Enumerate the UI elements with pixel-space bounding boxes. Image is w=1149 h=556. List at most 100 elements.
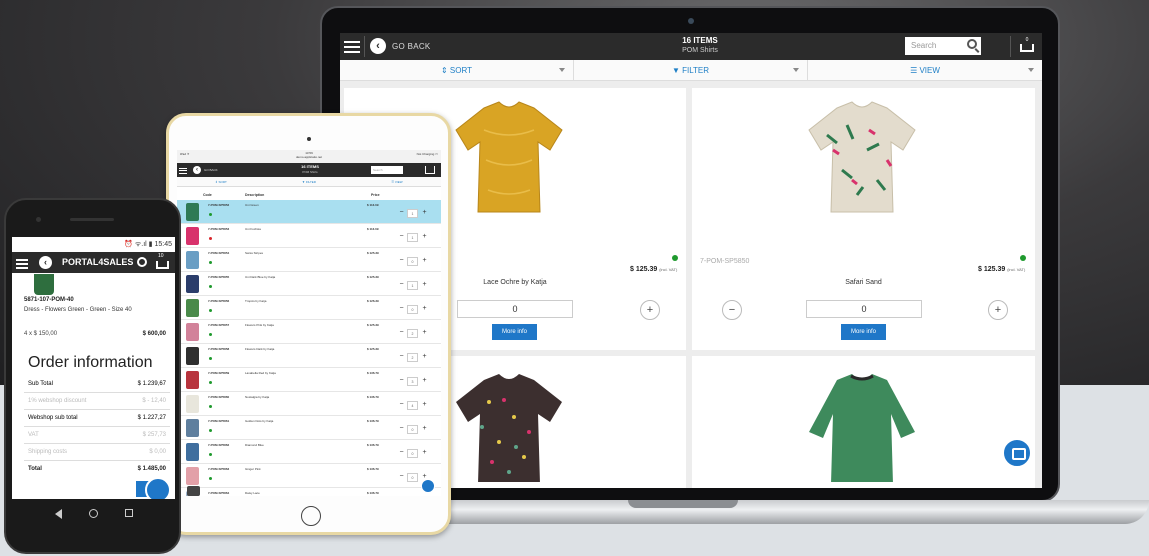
increment-button[interactable]: + xyxy=(988,300,1008,320)
decrement-button[interactable]: − xyxy=(397,473,406,482)
column-price[interactable]: Price xyxy=(371,193,380,197)
increment-button[interactable]: + xyxy=(420,257,429,266)
back-arrow-icon[interactable]: ‹ xyxy=(370,38,386,54)
product-image[interactable] xyxy=(454,372,564,482)
quantity-input[interactable]: 0 xyxy=(407,257,418,266)
table-row[interactable]: 7-POM-SP5854 Swiss Stripes $ 125.39 −0 + xyxy=(177,248,441,272)
decrement-button[interactable]: − xyxy=(397,401,406,410)
go-back-link[interactable]: GO BACK xyxy=(204,168,218,172)
go-back-link[interactable]: GO BACK xyxy=(392,42,431,51)
decrement-button[interactable]: − xyxy=(397,209,406,218)
filter-dropdown[interactable]: ▼ FILTER xyxy=(265,177,353,187)
product-thumbnail[interactable] xyxy=(186,251,199,269)
barcode-scanner-button[interactable] xyxy=(421,479,435,493)
product-thumbnail[interactable] xyxy=(186,443,199,461)
decrement-button[interactable]: − xyxy=(397,233,406,242)
quantity-input[interactable]: 2 xyxy=(407,353,418,362)
increment-button[interactable]: + xyxy=(420,449,429,458)
hamburger-menu-icon[interactable] xyxy=(179,166,187,174)
product-image[interactable] xyxy=(454,100,564,215)
product-thumbnail[interactable] xyxy=(34,274,54,295)
chat-icon[interactable] xyxy=(187,486,200,496)
decrement-button[interactable]: − xyxy=(722,300,742,320)
table-row[interactable]: 7-POM-SP5863 Ginger Pink $ 136.79−0 + xyxy=(177,464,441,488)
decrement-button[interactable]: − xyxy=(397,329,406,338)
quantity-input[interactable]: 3 xyxy=(407,377,418,386)
product-name[interactable]: Safari Sand xyxy=(692,279,1035,286)
cart-button[interactable]: 0 xyxy=(1018,37,1036,55)
sort-dropdown[interactable]: ⇕ SORT xyxy=(340,60,574,81)
decrement-button[interactable]: − xyxy=(397,305,406,314)
search-input[interactable]: Search xyxy=(905,37,981,55)
increment-button[interactable]: + xyxy=(640,300,660,320)
product-image[interactable] xyxy=(807,100,917,215)
tablet-home-button[interactable] xyxy=(301,506,321,526)
increment-button[interactable]: + xyxy=(420,353,429,362)
increment-button[interactable]: + xyxy=(420,209,429,218)
view-dropdown[interactable]: ☰ VIEW xyxy=(353,177,441,187)
hamburger-menu-icon[interactable] xyxy=(16,257,28,269)
table-row[interactable]: 7-POM-SP5861 Golden Dots by Katja $ 136.79… xyxy=(177,416,441,440)
product-thumbnail[interactable] xyxy=(186,227,199,245)
nav-recent-apps-icon[interactable] xyxy=(125,509,133,517)
table-row[interactable]: 7-POM-SP5857 Flowers Pink by Katja $ 125.3… xyxy=(177,320,441,344)
quantity-input[interactable]: 1 xyxy=(407,233,418,242)
column-description[interactable]: Description xyxy=(245,193,264,197)
quantity-input[interactable]: 0 xyxy=(407,473,418,482)
cart-icon[interactable] xyxy=(425,166,435,174)
increment-button[interactable]: + xyxy=(420,401,429,410)
table-row[interactable]: 7-POM-SP5853 Uni Fuchsia $ 113.09 −1 + xyxy=(177,224,441,248)
increment-button[interactable]: + xyxy=(420,281,429,290)
table-row[interactable]: 7-POM-SP5855 Uni Dark Blue by Katja $ 125.… xyxy=(177,272,441,296)
decrement-button[interactable]: − xyxy=(397,281,406,290)
table-row[interactable]: 7-POM-SP5862 Diamond Blue $ 136.79 −0 + xyxy=(177,440,441,464)
table-row[interactable]: 7-POM-SP5856 Tropics by Katja $ 126.39 −0 + xyxy=(177,296,441,320)
nav-home-icon[interactable] xyxy=(89,509,98,518)
quantity-input[interactable]: 4 xyxy=(407,401,418,410)
quantity-input[interactable]: 1 xyxy=(407,209,418,218)
quantity-input[interactable]: 2 xyxy=(407,329,418,338)
back-arrow-icon[interactable]: ‹ xyxy=(39,256,52,269)
quantity-input[interactable]: 0 xyxy=(407,305,418,314)
view-dropdown[interactable]: ☰ VIEW xyxy=(808,60,1042,81)
decrement-button[interactable]: − xyxy=(397,377,406,386)
table-row[interactable]: 7-POM-SP5852 Uni Green $ 113.09 −1 + xyxy=(177,200,441,224)
sort-dropdown[interactable]: ⇕ SORT xyxy=(177,177,265,187)
increment-button[interactable]: + xyxy=(420,329,429,338)
table-row[interactable]: 7-POM-SP5858 Flowers Dark by Katja $ 125.3… xyxy=(177,344,441,368)
increment-button[interactable]: + xyxy=(420,305,429,314)
column-code[interactable]: Code xyxy=(203,193,212,197)
product-thumbnail[interactable] xyxy=(186,467,199,485)
more-info-button[interactable]: More info xyxy=(841,324,886,340)
back-arrow-icon[interactable]: ‹ xyxy=(193,166,201,174)
product-image[interactable] xyxy=(807,372,917,482)
product-thumbnail[interactable] xyxy=(186,275,199,293)
barcode-scanner-button[interactable] xyxy=(1002,438,1032,468)
decrement-button[interactable]: − xyxy=(397,257,406,266)
table-row[interactable]: 7-POM-SP5864Daisy Lace$ 136.79−0+ xyxy=(177,488,441,496)
filter-dropdown[interactable]: ▼ FILTER xyxy=(574,60,808,81)
more-info-button[interactable]: More info xyxy=(492,324,537,340)
increment-button[interactable]: + xyxy=(420,233,429,242)
product-thumbnail[interactable] xyxy=(186,203,199,221)
quantity-input[interactable]: 0 xyxy=(407,425,418,434)
product-thumbnail[interactable] xyxy=(186,347,199,365)
increment-button[interactable]: + xyxy=(420,377,429,386)
product-thumbnail[interactable] xyxy=(186,371,199,389)
table-row[interactable]: 7-POM-SP5859 Lavabella Red by Katja $ 136.… xyxy=(177,368,441,392)
product-thumbnail[interactable] xyxy=(186,323,199,341)
search-input[interactable]: Search xyxy=(371,166,403,174)
cart-icon[interactable] xyxy=(156,261,169,269)
quantity-input[interactable]: 1 xyxy=(407,281,418,290)
product-thumbnail[interactable] xyxy=(186,419,199,437)
search-icon[interactable] xyxy=(967,39,977,49)
quantity-input[interactable]: 0 xyxy=(806,300,922,318)
hamburger-menu-icon[interactable] xyxy=(344,38,360,54)
quantity-input[interactable]: 0 xyxy=(457,300,573,318)
decrement-button[interactable]: − xyxy=(397,353,406,362)
table-row[interactable]: 7-POM-SP5860 Nostalgia by Katja $ 136.79 −4… xyxy=(177,392,441,416)
barcode-scanner-button[interactable] xyxy=(145,477,171,499)
increment-button[interactable]: + xyxy=(420,425,429,434)
search-icon[interactable] xyxy=(137,257,147,267)
decrement-button[interactable]: − xyxy=(397,449,406,458)
